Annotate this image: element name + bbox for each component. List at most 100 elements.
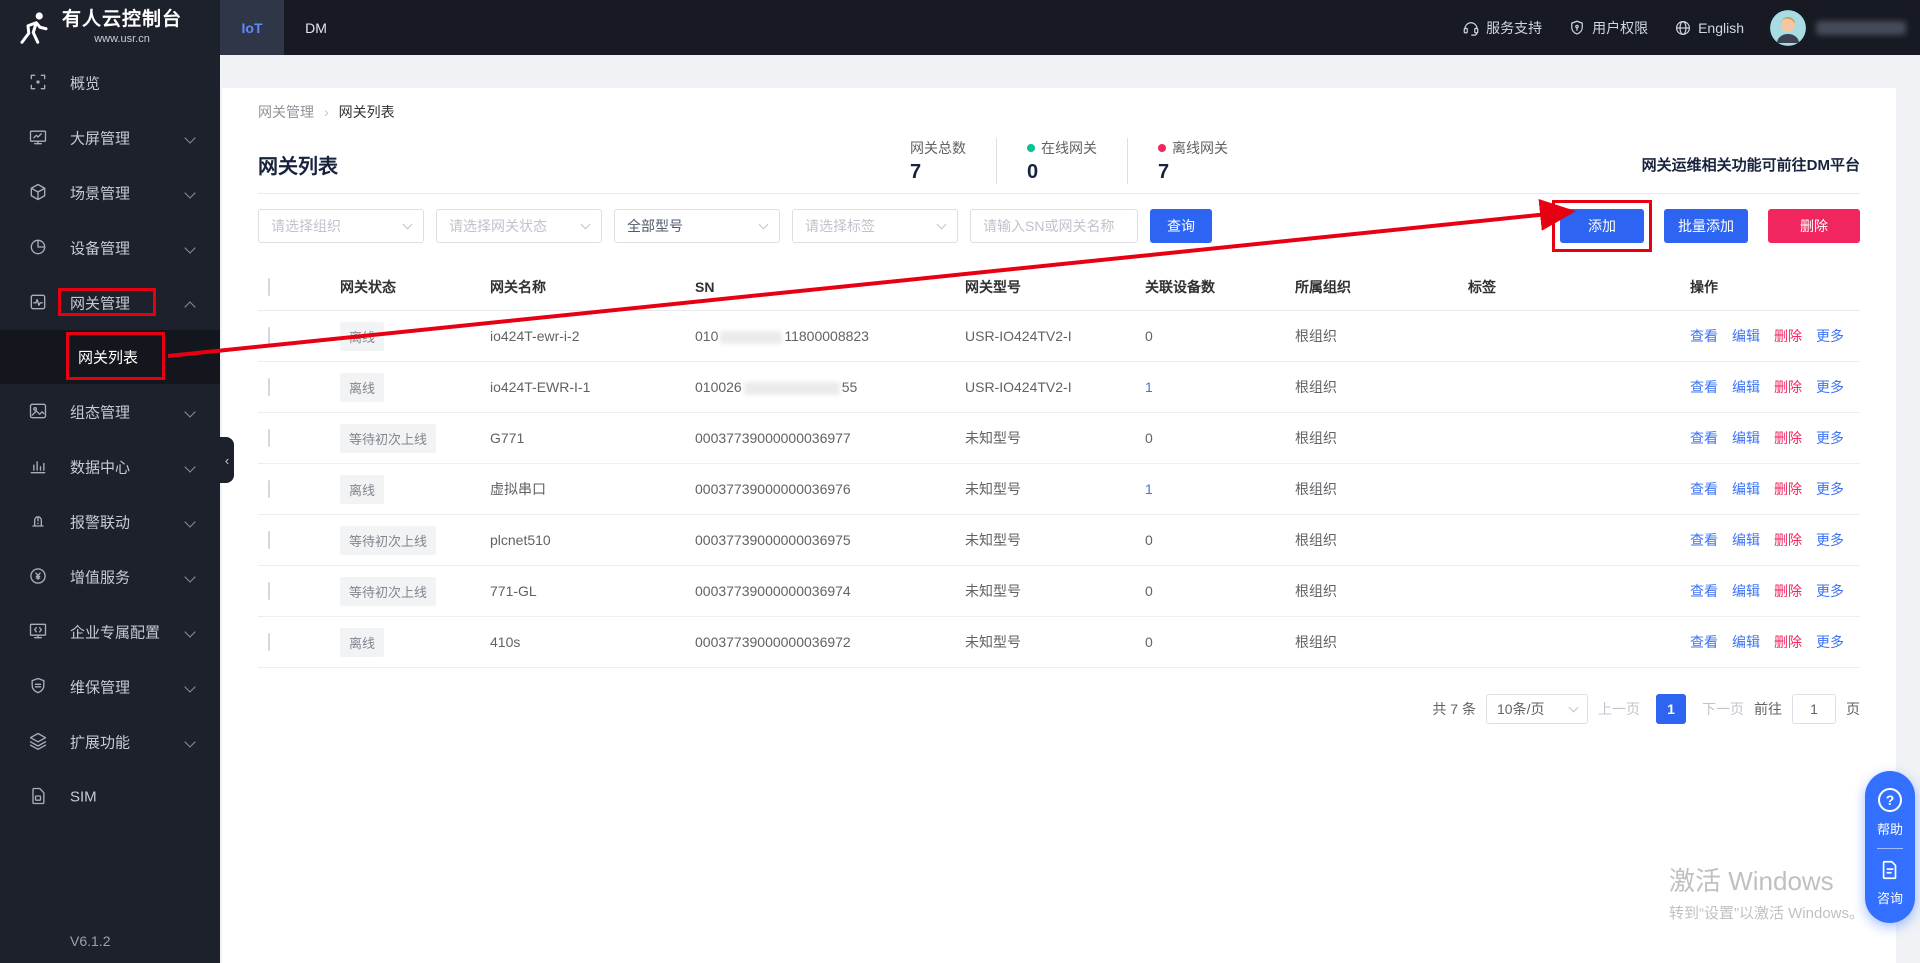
help-button[interactable]: 帮助 <box>1877 819 1903 838</box>
sidebar-item-scene-management[interactable]: 场景管理 <box>0 165 220 220</box>
sidebar-item-enterprise-config[interactable]: 企业专属配置 <box>0 604 220 659</box>
more-link[interactable]: 更多 <box>1816 530 1844 550</box>
sidebar-item-gateway-management[interactable]: 网关管理 <box>0 275 220 330</box>
view-link[interactable]: 查看 <box>1690 632 1718 652</box>
delete-link[interactable]: 删除 <box>1774 479 1802 499</box>
page-size-select[interactable]: 10条/页 <box>1486 694 1588 724</box>
brand-logo: 有人云控制台 www.usr.cn <box>0 0 220 55</box>
more-link[interactable]: 更多 <box>1816 326 1844 346</box>
sidebar-item-device-management[interactable]: 设备管理 <box>0 220 220 275</box>
breadcrumb-separator-icon: › <box>324 104 329 120</box>
support-link[interactable]: 服务支持 <box>1462 18 1542 38</box>
row-checkbox[interactable] <box>268 378 270 396</box>
delete-link[interactable]: 删除 <box>1774 428 1802 448</box>
delete-link[interactable]: 删除 <box>1774 530 1802 550</box>
gateway-model: USR-IO424TV2-I <box>965 328 1072 344</box>
row-checkbox[interactable] <box>268 327 270 345</box>
query-button[interactable]: 查询 <box>1150 209 1212 243</box>
sidebar-item-maintenance-management[interactable]: 维保管理 <box>0 659 220 714</box>
filter-select-0[interactable]: 请选择组织 <box>258 209 424 243</box>
sidebar-item-label: 增值服务 <box>70 569 131 586</box>
view-link[interactable]: 查看 <box>1690 428 1718 448</box>
current-page-button[interactable]: 1 <box>1656 694 1686 724</box>
edit-link[interactable]: 编辑 <box>1732 479 1760 499</box>
delete-link[interactable]: 删除 <box>1774 377 1802 397</box>
goto-page-input[interactable] <box>1792 694 1836 724</box>
more-link[interactable]: 更多 <box>1816 428 1844 448</box>
consult-button[interactable]: 咨询 <box>1877 888 1903 907</box>
status-badge: 等待初次上线 <box>340 525 437 555</box>
permissions-link[interactable]: 用户权限 <box>1568 18 1648 38</box>
view-link[interactable]: 查看 <box>1690 581 1718 601</box>
more-link[interactable]: 更多 <box>1816 581 1844 601</box>
row-checkbox[interactable] <box>268 429 270 447</box>
tab-dm[interactable]: DM <box>284 0 348 55</box>
sidebar-item-gateway-list[interactable]: 网关列表 <box>0 330 220 384</box>
row-checkbox[interactable] <box>268 633 270 651</box>
edit-link[interactable]: 编辑 <box>1732 377 1760 397</box>
sidebar-collapse-handle[interactable]: ‹ <box>220 437 234 483</box>
stat-item: 离线网关 7 <box>1127 138 1258 184</box>
status-dot-icon <box>1158 144 1166 152</box>
add-button[interactable]: 添加 <box>1560 209 1644 243</box>
gateway-model: 未知型号 <box>965 583 1021 599</box>
filter-select-1[interactable]: 请选择网关状态 <box>436 209 602 243</box>
stat-value: 7 <box>910 161 922 183</box>
more-link[interactable]: 更多 <box>1816 632 1844 652</box>
sidebar-item-extended-functions[interactable]: 扩展功能 <box>0 714 220 769</box>
language-switcher[interactable]: English <box>1674 19 1744 37</box>
avatar[interactable] <box>1770 9 1806 46</box>
sidebar-item-overview[interactable]: 概览 <box>0 55 220 110</box>
sidebar-item-label: SIM <box>70 788 97 805</box>
select-all-checkbox[interactable] <box>268 277 270 296</box>
more-link[interactable]: 更多 <box>1816 479 1844 499</box>
question-icon[interactable]: ? <box>1878 787 1902 812</box>
stat-label-text: 网关总数 <box>910 140 966 156</box>
gateway-icon <box>28 292 48 312</box>
view-link[interactable]: 查看 <box>1690 479 1718 499</box>
sn-text: 00037739000000036977 <box>695 430 851 446</box>
edit-link[interactable]: 编辑 <box>1732 530 1760 550</box>
sidebar-item-data-center[interactable]: 数据中心 <box>0 439 220 494</box>
edit-link[interactable]: 编辑 <box>1732 581 1760 601</box>
edit-link[interactable]: 编辑 <box>1732 428 1760 448</box>
sidebar-item-alarm-linkage[interactable]: 报警联动 <box>0 494 220 549</box>
document-icon[interactable] <box>1879 859 1901 881</box>
sidebar-item-sim[interactable]: SIM <box>0 769 220 824</box>
gateway-sn: 010026 55 <box>695 379 965 395</box>
row-checkbox[interactable] <box>268 480 270 498</box>
sn-text: 00037739000000036972 <box>695 634 851 650</box>
delete-button[interactable]: 删除 <box>1768 209 1860 243</box>
sim-icon <box>28 786 48 806</box>
delete-link[interactable]: 删除 <box>1774 326 1802 346</box>
next-page-button[interactable]: 下一页 <box>1702 699 1744 719</box>
delete-link[interactable]: 删除 <box>1774 632 1802 652</box>
sidebar-item-label: 场景管理 <box>70 185 131 202</box>
status-dot-icon <box>1027 144 1035 152</box>
table-row: 等待初次上线 G771 00037739000000036977 未知型号 0 根组织 查看… <box>258 413 1860 464</box>
chevron-down-icon <box>184 187 196 199</box>
search-input[interactable] <box>970 209 1138 243</box>
breadcrumb-root[interactable]: 网关管理 <box>258 102 314 122</box>
view-link[interactable]: 查看 <box>1690 530 1718 550</box>
view-link[interactable]: 查看 <box>1690 326 1718 346</box>
device-count[interactable]: 1 <box>1145 481 1153 497</box>
delete-link[interactable]: 删除 <box>1774 581 1802 601</box>
edit-link[interactable]: 编辑 <box>1732 632 1760 652</box>
batch-add-button[interactable]: 批量添加 <box>1664 209 1748 243</box>
prev-page-button[interactable]: 上一页 <box>1598 699 1640 719</box>
edit-link[interactable]: 编辑 <box>1732 326 1760 346</box>
gateway-sn: 00037739000000036976 <box>695 481 965 497</box>
tab-iot[interactable]: IoT <box>220 0 284 55</box>
row-checkbox[interactable] <box>268 531 270 549</box>
more-link[interactable]: 更多 <box>1816 377 1844 397</box>
row-checkbox[interactable] <box>268 582 270 600</box>
username-redacted[interactable] <box>1816 20 1906 35</box>
sidebar-item-screen-management[interactable]: 大屏管理 <box>0 110 220 165</box>
device-count[interactable]: 1 <box>1145 379 1153 395</box>
sidebar-item-configuration-management[interactable]: 组态管理 <box>0 384 220 439</box>
sidebar-item-value-added-services[interactable]: 增值服务 <box>0 549 220 604</box>
filter-select-3[interactable]: 请选择标签 <box>792 209 958 243</box>
filter-select-2[interactable]: 全部型号 <box>614 209 780 243</box>
view-link[interactable]: 查看 <box>1690 377 1718 397</box>
